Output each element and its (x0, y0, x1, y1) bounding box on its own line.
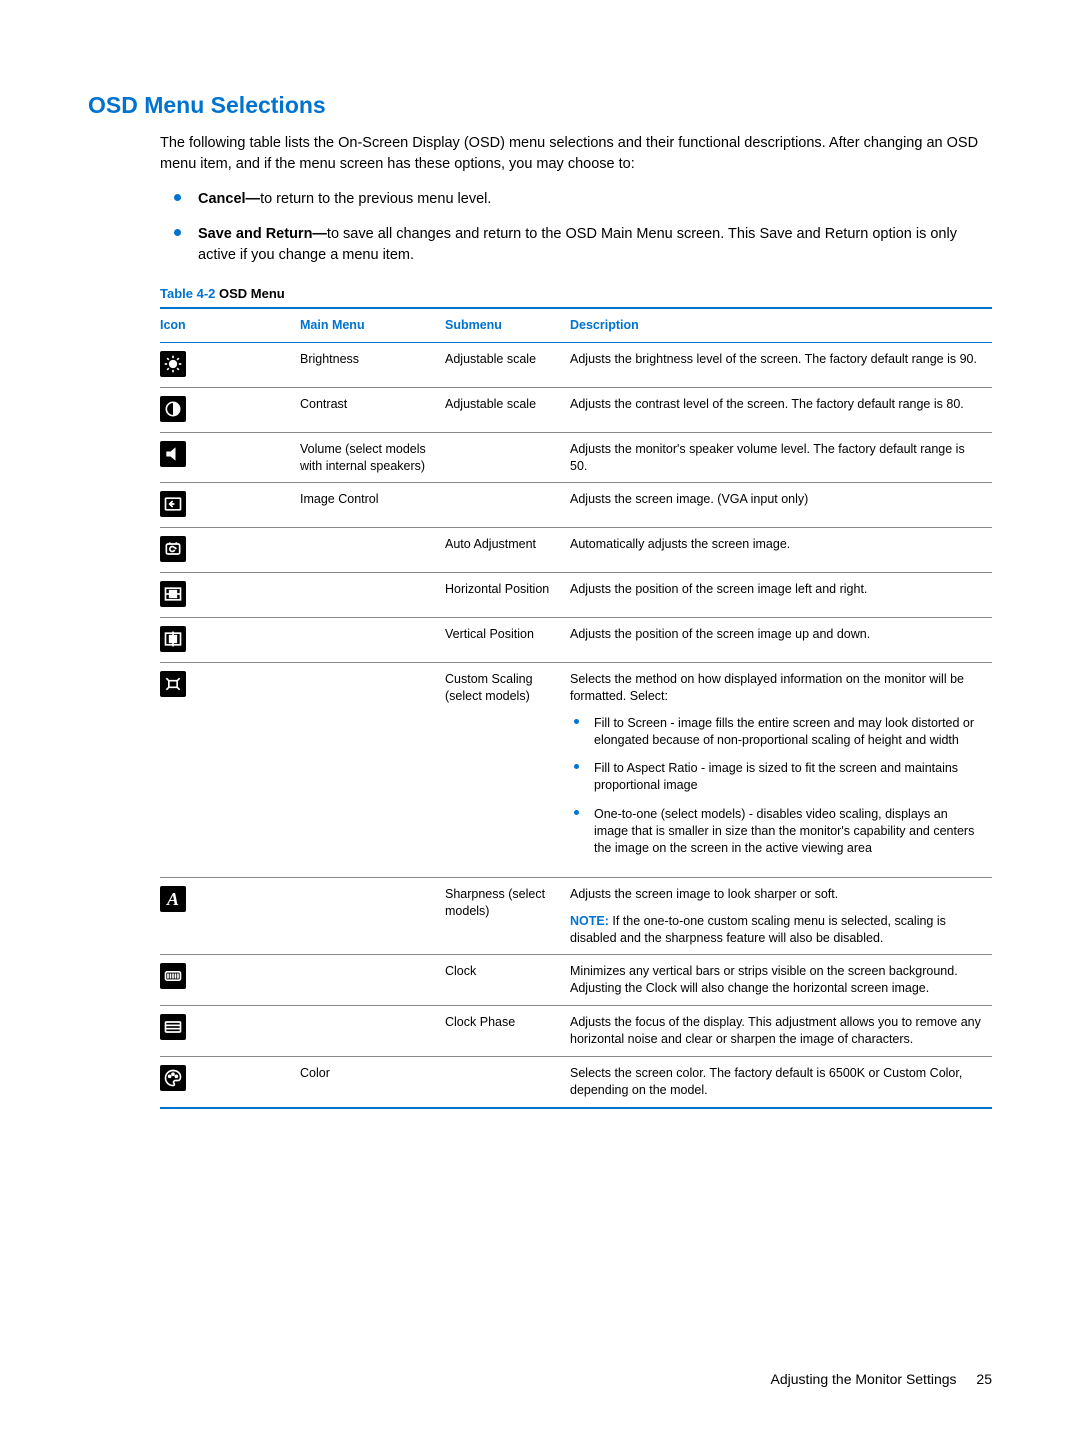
cell-sub: Custom Scaling (select models) (445, 662, 570, 877)
document-page: OSD Menu Selections The following table … (0, 0, 1080, 1437)
list-item: Fill to Aspect Ratio - image is sized to… (570, 760, 984, 794)
cell-desc: Adjusts the monitor's speaker volume lev… (570, 432, 992, 483)
list-item: Fill to Screen - image fills the entire … (570, 715, 984, 749)
cell-sub: Adjustable scale (445, 342, 570, 387)
table-header-row: Icon Main Menu Submenu Description (160, 308, 992, 342)
cell-sub (445, 432, 570, 483)
bullet-lead: Cancel— (198, 191, 260, 207)
cell-sub (445, 1056, 570, 1107)
list-item: One-to-one (select models) - disables vi… (570, 806, 984, 857)
cell-main: Image Control (300, 483, 445, 528)
cell-desc: Selects the screen color. The factory de… (570, 1056, 992, 1107)
page-number: 25 (976, 1371, 992, 1387)
cell-sub: Sharpness (select models) (445, 877, 570, 955)
table-row: Auto Adjustment Automatically adjusts th… (160, 528, 992, 573)
cell-sub: Auto Adjustment (445, 528, 570, 573)
color-icon (160, 1065, 186, 1091)
auto-adjustment-icon (160, 536, 186, 562)
contrast-icon (160, 396, 186, 422)
vertical-position-icon (160, 626, 186, 652)
cell-main: Contrast (300, 387, 445, 432)
option-list: Cancel—to return to the previous menu le… (160, 189, 992, 266)
list-item: Save and Return—to save all changes and … (160, 224, 992, 266)
cell-main (300, 573, 445, 618)
table-row: Brightness Adjustable scale Adjusts the … (160, 342, 992, 387)
bullet-text: to return to the previous menu level. (260, 191, 491, 207)
table-row: Vertical Position Adjusts the position o… (160, 618, 992, 663)
table-row: Volume (select models with internal spea… (160, 432, 992, 483)
intro-paragraph: The following table lists the On-Screen … (160, 133, 992, 175)
th-sub: Submenu (445, 308, 570, 342)
table-caption-label: Table 4-2 (160, 286, 215, 301)
desc-list: Fill to Screen - image fills the entire … (570, 715, 984, 857)
body-content: The following table lists the On-Screen … (160, 133, 992, 1109)
table-row: Color Selects the screen color. The fact… (160, 1056, 992, 1107)
list-item: Cancel—to return to the previous menu le… (160, 189, 992, 210)
cell-desc: Adjusts the position of the screen image… (570, 618, 992, 663)
cell-desc: Automatically adjusts the screen image. (570, 528, 992, 573)
volume-icon (160, 441, 186, 467)
horizontal-position-icon (160, 581, 186, 607)
table-caption-title: OSD Menu (219, 286, 285, 301)
cell-desc: Adjusts the focus of the display. This a… (570, 1006, 992, 1057)
section-heading: OSD Menu Selections (88, 92, 992, 119)
cell-desc: Adjusts the screen image to look sharper… (570, 877, 992, 955)
cell-sub: Vertical Position (445, 618, 570, 663)
note: NOTE: If the one-to-one custom scaling m… (570, 913, 984, 947)
cell-main (300, 528, 445, 573)
note-text: If the one-to-one custom scaling menu is… (570, 914, 946, 945)
cell-main: Color (300, 1056, 445, 1107)
table-row: Image Control Adjusts the screen image. … (160, 483, 992, 528)
table-row: Clock Phase Adjusts the focus of the dis… (160, 1006, 992, 1057)
cell-desc: Adjusts the screen image. (VGA input onl… (570, 483, 992, 528)
cell-main (300, 955, 445, 1006)
table-row: Custom Scaling (select models) Selects t… (160, 662, 992, 877)
image-control-icon (160, 491, 186, 517)
page-footer: Adjusting the Monitor Settings 25 (771, 1371, 992, 1387)
clock-icon (160, 963, 186, 989)
cell-desc: Minimizes any vertical bars or strips vi… (570, 955, 992, 1006)
table-caption: Table 4-2 OSD Menu (160, 286, 992, 301)
cell-main (300, 618, 445, 663)
cell-desc: Adjusts the contrast level of the screen… (570, 387, 992, 432)
th-main: Main Menu (300, 308, 445, 342)
table-row: A Sharpness (select models) Adjusts the … (160, 877, 992, 955)
cell-desc: Selects the method on how displayed info… (570, 662, 992, 877)
th-icon: Icon (160, 308, 300, 342)
footer-text: Adjusting the Monitor Settings (771, 1371, 957, 1387)
clock-phase-icon (160, 1014, 186, 1040)
cell-main (300, 877, 445, 955)
desc-text: Adjusts the screen image to look sharper… (570, 886, 984, 903)
cell-main: Volume (select models with internal spea… (300, 432, 445, 483)
table-row: Clock Minimizes any vertical bars or str… (160, 955, 992, 1006)
cell-main (300, 662, 445, 877)
cell-desc: Adjusts the brightness level of the scre… (570, 342, 992, 387)
osd-menu-table: Icon Main Menu Submenu Description Brigh… (160, 307, 992, 1109)
cell-sub: Clock Phase (445, 1006, 570, 1057)
desc-text: Selects the method on how displayed info… (570, 672, 964, 703)
cell-sub: Adjustable scale (445, 387, 570, 432)
sharpness-icon: A (160, 886, 186, 912)
cell-sub (445, 483, 570, 528)
cell-main (300, 1006, 445, 1057)
brightness-icon (160, 351, 186, 377)
th-desc: Description (570, 308, 992, 342)
table-row: Contrast Adjustable scale Adjusts the co… (160, 387, 992, 432)
cell-desc: Adjusts the position of the screen image… (570, 573, 992, 618)
cell-sub: Clock (445, 955, 570, 1006)
custom-scaling-icon (160, 671, 186, 697)
cell-sub: Horizontal Position (445, 573, 570, 618)
cell-main: Brightness (300, 342, 445, 387)
bullet-lead: Save and Return— (198, 226, 327, 242)
note-lead: NOTE: (570, 914, 609, 928)
table-row: Horizontal Position Adjusts the position… (160, 573, 992, 618)
